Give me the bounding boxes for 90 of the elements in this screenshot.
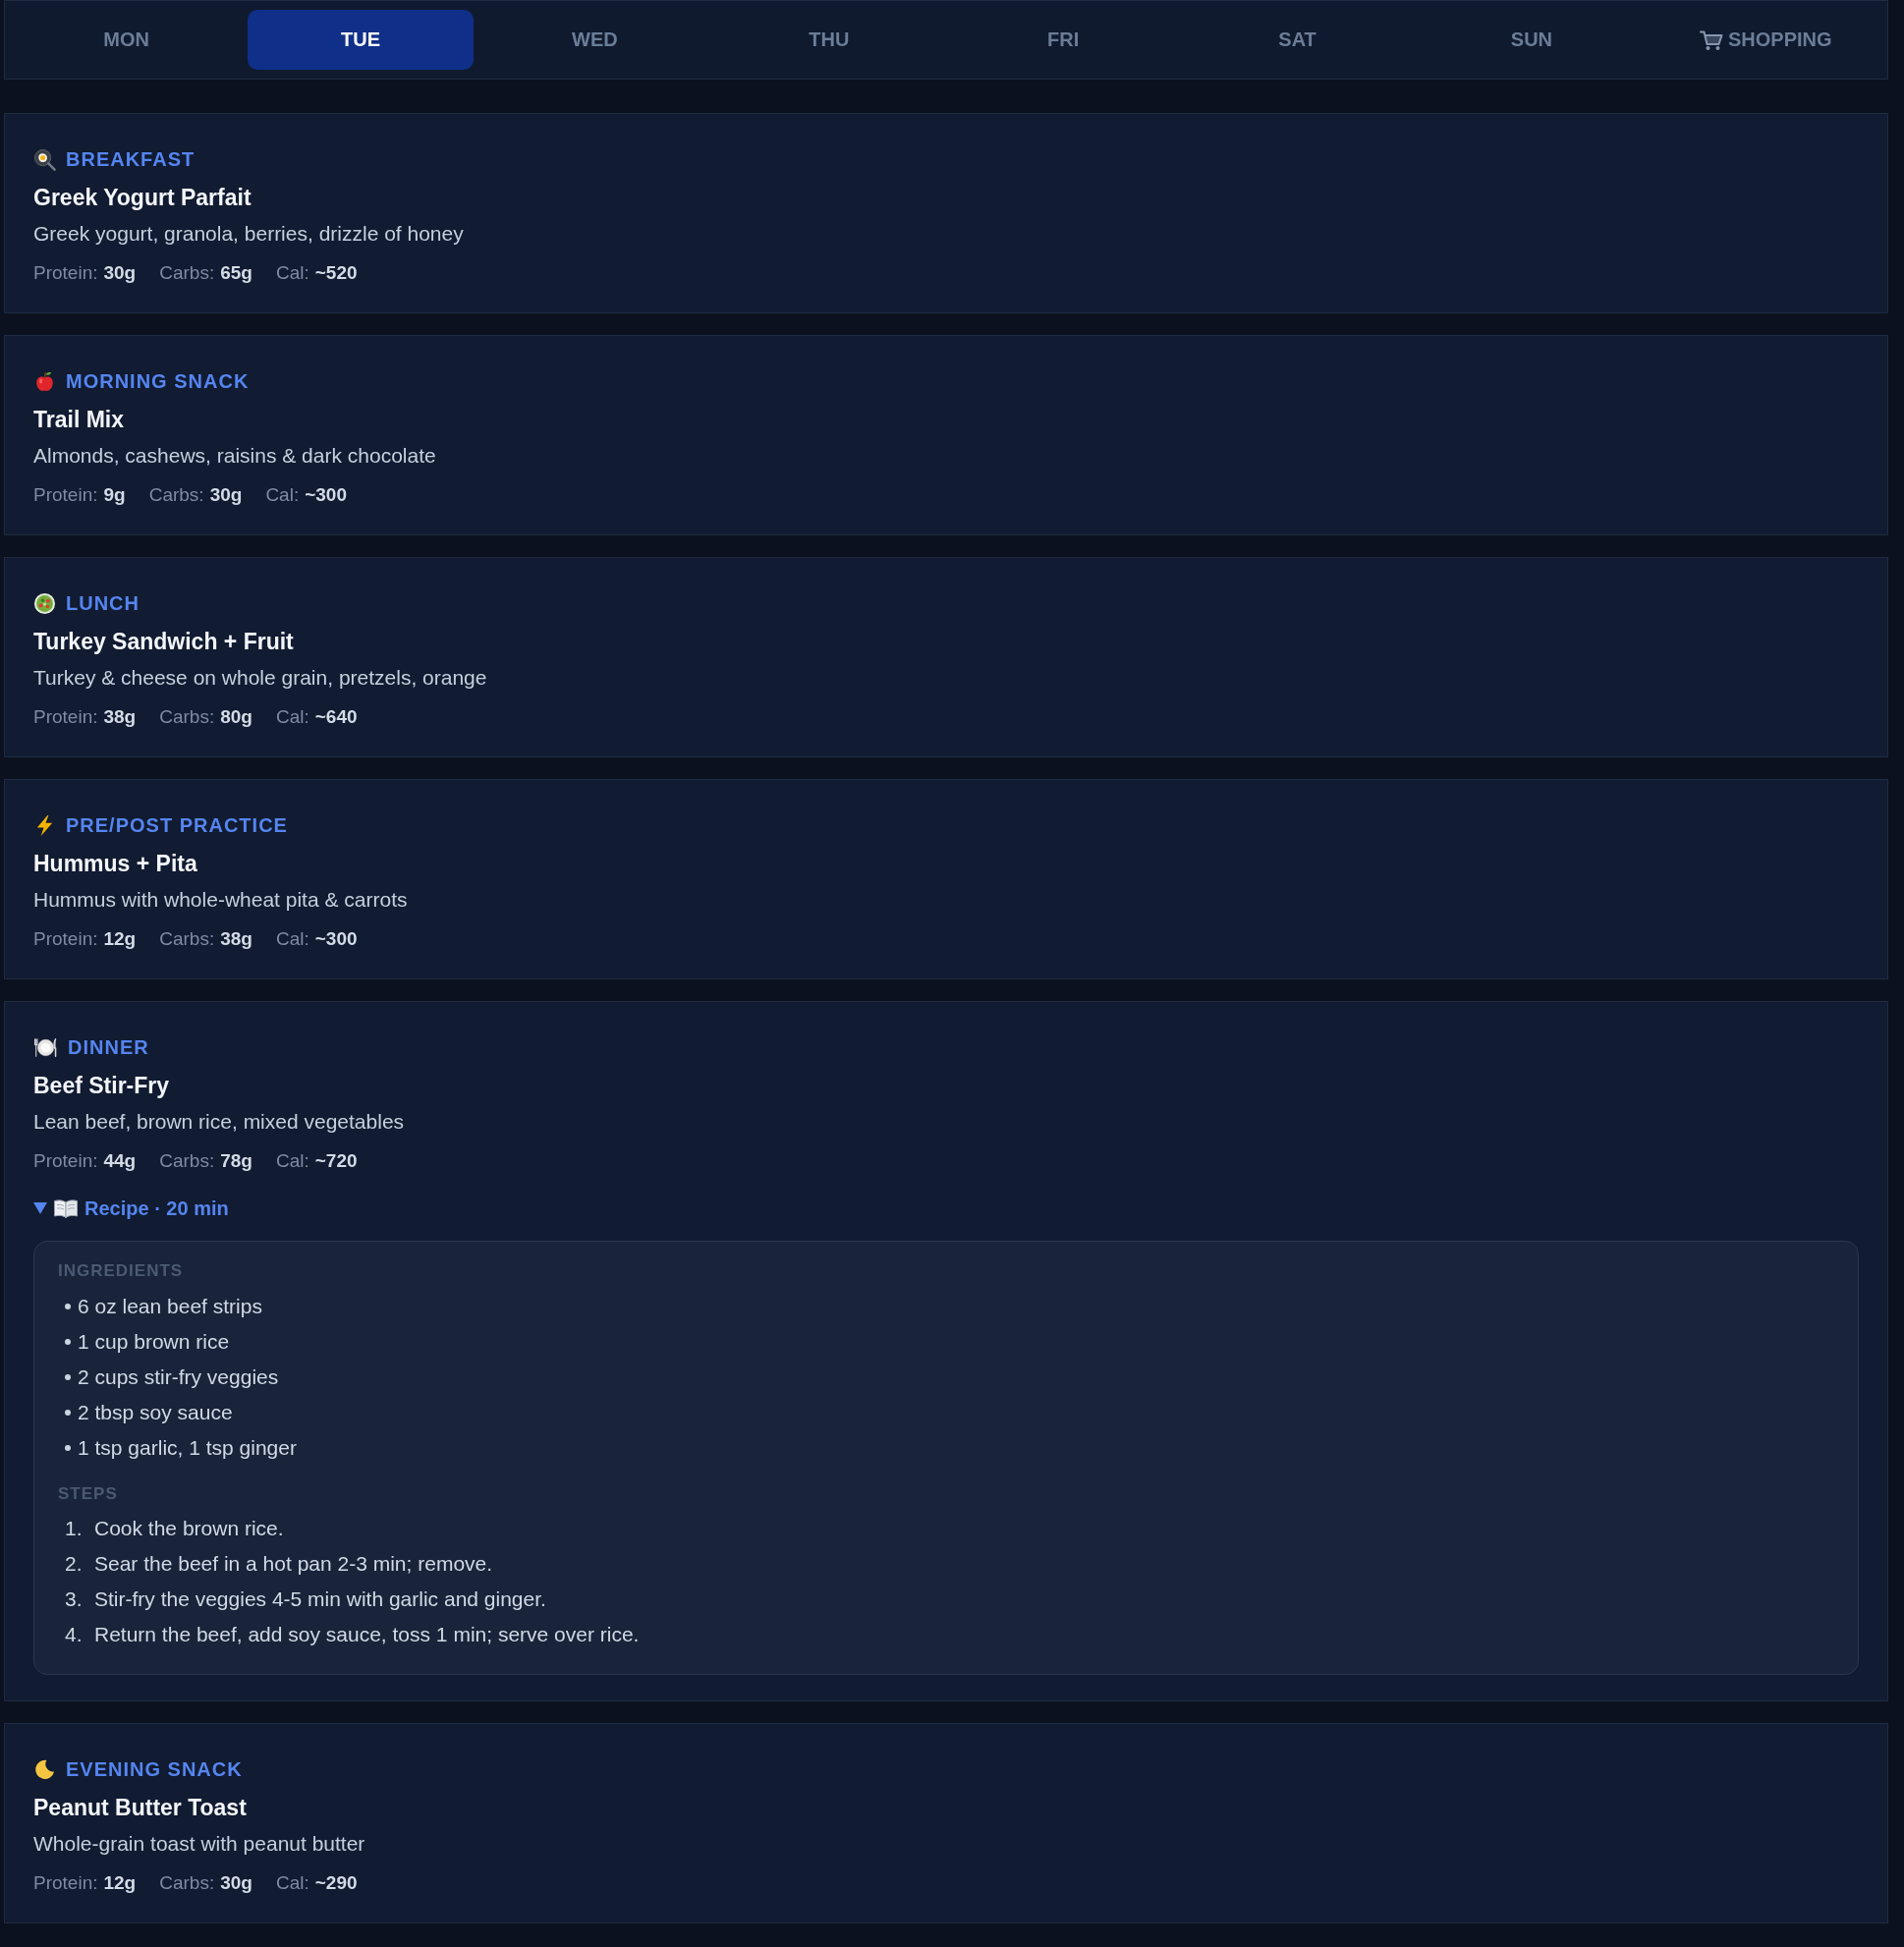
macro-value: ~640 xyxy=(314,706,358,727)
meal-title: Turkey Sandwich + Fruit xyxy=(33,628,295,656)
macro-value: 65g xyxy=(220,262,252,283)
meal-description: Whole-grain toast with peanut butter xyxy=(33,1831,366,1857)
day-tab[interactable]: WED xyxy=(481,10,708,70)
macro-label: Cal: xyxy=(275,1150,309,1171)
macro-label: Carbs: xyxy=(159,1872,215,1893)
step-text: Sear the beef in a hot pan 2-3 min; remove. xyxy=(94,1552,493,1576)
day-tab[interactable]: THU xyxy=(716,10,942,70)
meal-description: Turkey & cheese on whole grain, pretzels, orange xyxy=(33,665,488,691)
ingredient-text: 2 cups stir-fry veggies xyxy=(78,1365,279,1389)
macro-value: ~720 xyxy=(314,1150,358,1171)
macro-value: 12g xyxy=(103,928,137,949)
book-icon xyxy=(53,1197,79,1219)
bullet-icon xyxy=(65,1445,71,1451)
step-number: 1. xyxy=(65,1517,84,1540)
macro-label: Cal: xyxy=(275,1872,309,1893)
meal-title: Peanut Butter Toast xyxy=(33,1794,248,1822)
macro-value: 30g xyxy=(103,262,137,283)
meal-description: Greek yogurt, granola, berries, drizzle of honey xyxy=(33,221,465,247)
meal-title: Greek Yogurt Parfait xyxy=(33,184,252,212)
macro-value: 44g xyxy=(103,1150,137,1171)
salad-bowl-icon xyxy=(33,591,56,615)
meal-title: Hummus + Pita xyxy=(33,850,198,878)
macro-label: Protein: xyxy=(33,484,98,505)
bullet-icon xyxy=(65,1339,71,1345)
meal-title: Beef Stir-Fry xyxy=(33,1072,171,1100)
macro-label: Protein: xyxy=(33,928,98,949)
macro-label: Cal: xyxy=(275,928,309,949)
macro-label: Protein: xyxy=(33,262,98,283)
macro-label: Carbs: xyxy=(148,484,204,505)
meal-description: Hummus with whole-wheat pita & carrots xyxy=(33,887,409,913)
step-number: 3. xyxy=(65,1587,84,1611)
apple-icon xyxy=(33,369,56,393)
day-tab[interactable]: FRI xyxy=(950,10,1176,70)
macro-label: Carbs: xyxy=(159,262,215,283)
macro-value: 80g xyxy=(220,706,252,727)
bullet-icon xyxy=(65,1374,71,1380)
macro-label: Cal: xyxy=(275,262,309,283)
bullet-icon xyxy=(65,1410,71,1416)
macro-value: ~290 xyxy=(314,1872,358,1893)
meal-title: Trail Mix xyxy=(33,406,126,434)
macro-value: 78g xyxy=(220,1150,252,1171)
plate-cutlery-icon xyxy=(33,1035,58,1059)
day-tab[interactable]: SAT xyxy=(1184,10,1411,70)
macro-label: Protein: xyxy=(33,1150,98,1171)
step-text: Cook the brown rice. xyxy=(94,1517,284,1540)
ingredient-text: 2 tbsp soy sauce xyxy=(78,1401,233,1424)
section-heading: STEPS xyxy=(58,1483,119,1505)
macro-value: ~520 xyxy=(314,262,358,283)
ingredient-text: 1 tsp garlic, 1 tsp ginger xyxy=(78,1436,297,1460)
shopping-tab[interactable]: SHOPPING xyxy=(1652,10,1878,70)
moon-icon xyxy=(33,1757,56,1781)
meal-type-label: MORNING SNACK xyxy=(66,369,250,394)
macro-value: 9g xyxy=(103,484,126,505)
meal-description: Lean beef, brown rice, mixed vegetables xyxy=(33,1109,406,1135)
frying-pan-icon xyxy=(33,147,56,171)
step-text: Stir-fry the veggies 4-5 min with garlic and ginger. xyxy=(94,1587,546,1611)
day-tab[interactable]: TUE xyxy=(248,10,474,70)
macro-value: 38g xyxy=(103,706,137,727)
day-tab[interactable]: MON xyxy=(14,10,240,70)
macro-label: Carbs: xyxy=(159,1150,215,1171)
step-number: 4. xyxy=(65,1623,84,1646)
meal-type-label: EVENING SNACK xyxy=(66,1757,243,1782)
ingredient-text: 1 cup brown rice xyxy=(78,1330,230,1354)
macro-value: ~300 xyxy=(305,484,347,505)
meal-description: Almonds, cashews, raisins & dark chocolate xyxy=(33,443,437,469)
macro-value: 30g xyxy=(209,484,243,505)
macro-label: Carbs: xyxy=(159,928,215,949)
macro-label: Protein: xyxy=(33,1872,98,1893)
macro-label: Cal: xyxy=(265,484,300,505)
meal-type-label: LUNCH xyxy=(66,591,140,616)
macro-value: 38g xyxy=(220,928,252,949)
meal-type-label: DINNER xyxy=(68,1035,149,1060)
meal-type-label: BREAKFAST xyxy=(66,147,196,172)
meal-type-label: PRE/POST PRACTICE xyxy=(66,813,288,838)
macro-value: 30g xyxy=(220,1872,252,1893)
bullet-icon xyxy=(65,1304,71,1309)
macro-value: ~300 xyxy=(314,928,358,949)
step-number: 2. xyxy=(65,1552,84,1576)
cart-icon xyxy=(1700,28,1723,51)
section-heading: INGREDIENTS xyxy=(58,1260,185,1282)
ingredient-text: 6 oz lean beef strips xyxy=(78,1295,262,1318)
day-tab[interactable]: SUN xyxy=(1419,10,1645,70)
macro-label: Carbs: xyxy=(159,706,215,727)
step-text: Return the beef, add soy sauce, toss 1 min; serve over rice. xyxy=(94,1623,640,1646)
macro-label: Cal: xyxy=(275,706,309,727)
recipe-toggle[interactable]: Recipe · 20 min xyxy=(33,1195,229,1222)
macro-label: Protein: xyxy=(33,706,98,727)
macro-value: 12g xyxy=(103,1872,137,1893)
